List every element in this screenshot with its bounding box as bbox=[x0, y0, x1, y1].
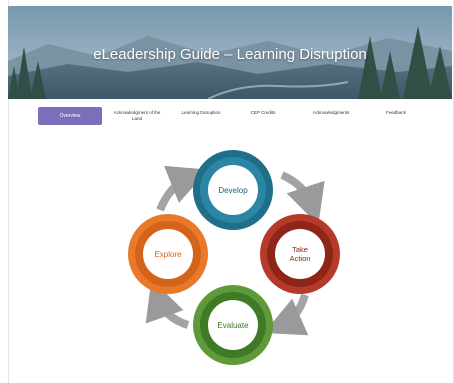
cycle-step-evaluate[interactable]: Evaluate bbox=[193, 285, 273, 365]
cycle-step-explore[interactable]: Explore bbox=[128, 214, 208, 294]
cycle-step-take-action-label-line1: Take bbox=[292, 245, 308, 254]
leadership-cycle-diagram: Develop Take Action Evaluate Explore bbox=[128, 150, 340, 365]
cycle-arrow-explore-to-develop bbox=[156, 165, 209, 212]
cycle-step-develop[interactable]: Develop bbox=[193, 150, 273, 230]
cycle-step-evaluate-label: Evaluate bbox=[217, 321, 249, 330]
cycle-step-explore-label: Explore bbox=[154, 250, 182, 259]
cycle-step-take-action[interactable]: Take Action bbox=[260, 214, 340, 294]
cycle-step-develop-label: Develop bbox=[218, 186, 248, 195]
cycle-arrow-take-action-to-evaluate bbox=[263, 293, 309, 336]
cycle-arrow-develop-to-take-action bbox=[280, 171, 325, 225]
cycle-arrow-evaluate-to-explore bbox=[145, 279, 190, 329]
cycle-step-take-action-label-line2: Action bbox=[290, 254, 311, 263]
